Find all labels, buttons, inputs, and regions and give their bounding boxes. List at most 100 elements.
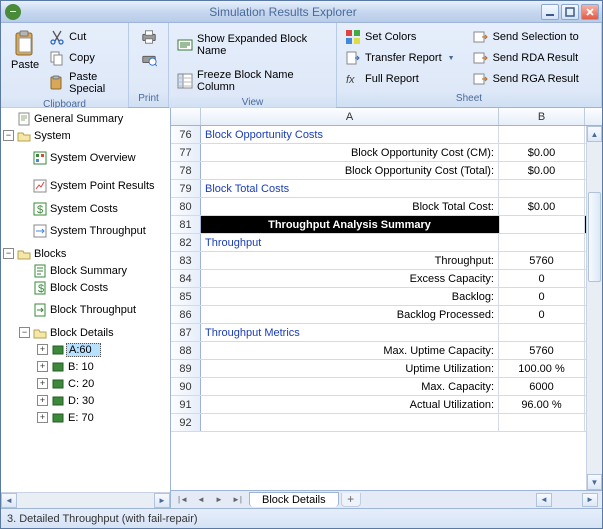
grid-row[interactable]: 76Block Opportunity Costs bbox=[171, 126, 586, 144]
cell-b[interactable]: 0 bbox=[499, 288, 585, 305]
cell-b[interactable] bbox=[499, 324, 585, 341]
grid-rows[interactable]: 76Block Opportunity Costs77Block Opportu… bbox=[171, 126, 586, 490]
cell-a[interactable]: Throughput Analysis Summary bbox=[201, 216, 499, 233]
add-sheet-button[interactable]: + bbox=[341, 493, 361, 507]
cell-a[interactable]: Uptime Utilization: bbox=[201, 360, 499, 377]
grid-row[interactable]: 80Block Total Cost:$0.00 bbox=[171, 198, 586, 216]
grid-row[interactable]: 82Throughput bbox=[171, 234, 586, 252]
result-tree[interactable]: General Summary − System System Overview… bbox=[1, 108, 170, 492]
tree-item-system[interactable]: − System bbox=[1, 127, 170, 144]
grid-row[interactable]: 91Actual Utilization:96.00 % bbox=[171, 396, 586, 414]
cell-b[interactable] bbox=[499, 126, 585, 143]
send-selection-button[interactable]: Send Selection to bbox=[469, 27, 583, 47]
cell-b[interactable]: 96.00 % bbox=[499, 396, 585, 413]
cell-b[interactable]: 0 bbox=[499, 306, 585, 323]
copy-button[interactable]: Copy bbox=[45, 48, 124, 68]
grid-row[interactable]: 92 bbox=[171, 414, 586, 432]
hscroll-right-button[interactable]: ► bbox=[582, 493, 598, 507]
tree-item-d30[interactable]: + D: 30 bbox=[1, 392, 170, 409]
grid-row[interactable]: 89Uptime Utilization:100.00 % bbox=[171, 360, 586, 378]
print-button[interactable] bbox=[141, 29, 157, 45]
cell-a[interactable]: Throughput bbox=[201, 234, 499, 251]
tree-item-e70[interactable]: + E: 70 bbox=[1, 409, 170, 426]
row-header[interactable]: 87 bbox=[171, 324, 201, 341]
row-header[interactable]: 86 bbox=[171, 306, 201, 323]
tab-prev-button[interactable]: ◄ bbox=[193, 493, 209, 507]
hscroll-left-button[interactable]: ◄ bbox=[536, 493, 552, 507]
tree-item-general-summary[interactable]: General Summary bbox=[1, 110, 170, 127]
cell-b[interactable] bbox=[499, 180, 585, 197]
tree-item-block-throughput[interactable]: Block Throughput bbox=[1, 296, 170, 324]
expand-icon[interactable]: + bbox=[37, 378, 48, 389]
cell-a[interactable]: Throughput Metrics bbox=[201, 324, 499, 341]
send-rga-button[interactable]: Send RGA Result bbox=[469, 69, 583, 89]
expand-icon[interactable]: + bbox=[37, 412, 48, 423]
row-header[interactable]: 91 bbox=[171, 396, 201, 413]
scroll-up-button[interactable]: ▲ bbox=[587, 126, 602, 142]
full-report-button[interactable]: fx Full Report bbox=[341, 69, 459, 89]
cell-a[interactable]: Block Opportunity Cost (Total): bbox=[201, 162, 499, 179]
cell-a[interactable]: Actual Utilization: bbox=[201, 396, 499, 413]
tree-item-block-summary[interactable]: Block Summary bbox=[1, 262, 170, 279]
scroll-thumb[interactable] bbox=[588, 192, 601, 282]
expand-icon[interactable]: + bbox=[37, 361, 48, 372]
grid-row[interactable]: 90Max. Capacity:6000 bbox=[171, 378, 586, 396]
grid-row[interactable]: 81Throughput Analysis Summary bbox=[171, 216, 586, 234]
tab-next-button[interactable]: ► bbox=[211, 493, 227, 507]
collapse-icon[interactable]: − bbox=[3, 248, 14, 259]
cell-a[interactable]: Backlog Processed: bbox=[201, 306, 499, 323]
tab-last-button[interactable]: ►| bbox=[229, 493, 245, 507]
cell-a[interactable]: Block Total Costs bbox=[201, 180, 499, 197]
row-header[interactable]: 76 bbox=[171, 126, 201, 143]
row-header[interactable]: 90 bbox=[171, 378, 201, 395]
grid-row[interactable]: 78Block Opportunity Cost (Total):$0.00 bbox=[171, 162, 586, 180]
scroll-down-button[interactable]: ▼ bbox=[587, 474, 602, 490]
grid-row[interactable]: 77Block Opportunity Cost (CM):$0.00 bbox=[171, 144, 586, 162]
tree-item-system-costs[interactable]: $ System Costs bbox=[1, 200, 170, 217]
collapse-icon[interactable]: − bbox=[3, 130, 14, 141]
tree-item-b10[interactable]: + B: 10 bbox=[1, 358, 170, 375]
cell-a[interactable]: Block Opportunity Cost (CM): bbox=[201, 144, 499, 161]
cell-b[interactable]: 5760 bbox=[499, 252, 585, 269]
row-header[interactable]: 83 bbox=[171, 252, 201, 269]
scroll-track[interactable] bbox=[17, 493, 154, 508]
tree-item-a60[interactable]: + A:60 bbox=[1, 341, 170, 358]
cell-a[interactable]: Throughput: bbox=[201, 252, 499, 269]
row-header[interactable]: 84 bbox=[171, 270, 201, 287]
scroll-left-button[interactable]: ◄ bbox=[1, 493, 17, 508]
select-all-corner[interactable] bbox=[171, 108, 201, 125]
tree-h-scrollbar[interactable]: ◄ ► bbox=[1, 492, 170, 508]
grid-row[interactable]: 88Max. Uptime Capacity:5760 bbox=[171, 342, 586, 360]
tree-item-system-overview[interactable]: System Overview bbox=[1, 144, 170, 172]
cell-a[interactable]: Max. Uptime Capacity: bbox=[201, 342, 499, 359]
cell-b[interactable] bbox=[499, 234, 585, 251]
scroll-right-button[interactable]: ► bbox=[154, 493, 170, 508]
paste-special-button[interactable]: Paste Special bbox=[45, 69, 124, 97]
row-header[interactable]: 88 bbox=[171, 342, 201, 359]
tree-item-system-point-results[interactable]: System Point Results bbox=[1, 172, 170, 200]
tree-item-blocks[interactable]: − Blocks bbox=[1, 245, 170, 262]
column-header-b[interactable]: B bbox=[499, 108, 585, 125]
cut-button[interactable]: Cut bbox=[45, 27, 124, 47]
grid-row[interactable]: 87Throughput Metrics bbox=[171, 324, 586, 342]
cell-a[interactable]: Backlog: bbox=[201, 288, 499, 305]
row-header[interactable]: 85 bbox=[171, 288, 201, 305]
minimize-button[interactable] bbox=[541, 4, 559, 20]
maximize-button[interactable] bbox=[561, 4, 579, 20]
row-header[interactable]: 81 bbox=[171, 216, 201, 233]
row-header[interactable]: 80 bbox=[171, 198, 201, 215]
transfer-report-button[interactable]: Transfer Report ▼ bbox=[341, 48, 459, 68]
cell-a[interactable]: Block Total Cost: bbox=[201, 198, 499, 215]
cell-b[interactable]: $0.00 bbox=[499, 198, 585, 215]
expand-icon[interactable]: + bbox=[37, 344, 48, 355]
grid-row[interactable]: 85Backlog:0 bbox=[171, 288, 586, 306]
cell-a[interactable] bbox=[201, 414, 499, 431]
cell-b[interactable]: 6000 bbox=[499, 378, 585, 395]
show-expanded-block-name-button[interactable]: Show Expanded Block Name bbox=[173, 31, 332, 59]
tree-item-block-costs[interactable]: $ Block Costs bbox=[1, 279, 170, 296]
row-header[interactable]: 82 bbox=[171, 234, 201, 251]
row-header[interactable]: 78 bbox=[171, 162, 201, 179]
cell-a[interactable]: Max. Capacity: bbox=[201, 378, 499, 395]
cell-a[interactable]: Excess Capacity: bbox=[201, 270, 499, 287]
column-header-a[interactable]: A bbox=[201, 108, 499, 125]
